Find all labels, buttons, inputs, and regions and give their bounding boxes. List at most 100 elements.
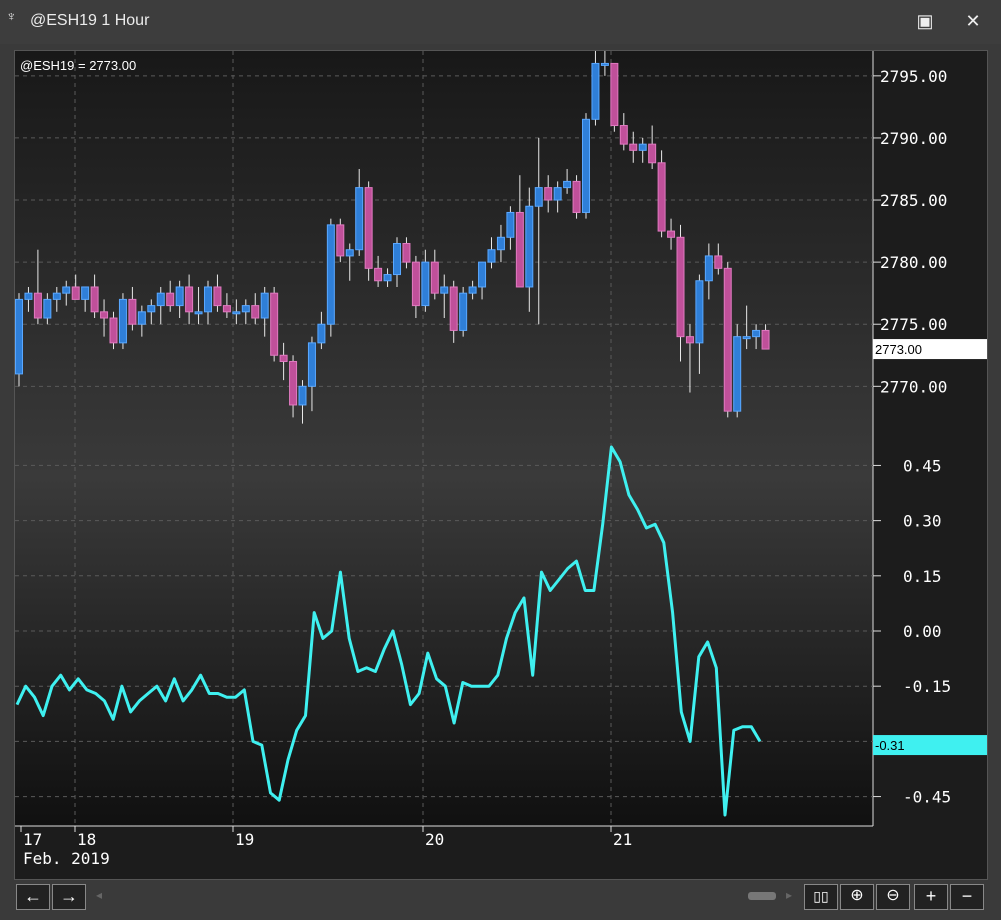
candle-body — [629, 143, 638, 151]
price-tick-label: 2775.00 — [880, 315, 947, 334]
candle-body — [71, 286, 80, 300]
candle-body — [695, 280, 704, 344]
candle-body — [657, 162, 666, 232]
candle-body — [326, 224, 335, 325]
candle-body — [81, 286, 90, 300]
candle-body — [430, 261, 439, 294]
candle-body — [619, 125, 628, 145]
candle-body — [100, 311, 109, 319]
candle-body — [270, 292, 279, 356]
date-axis-background — [15, 826, 987, 879]
candle-body — [761, 329, 770, 350]
plot-background — [15, 51, 873, 826]
candle-body — [33, 292, 42, 319]
oscillator-tick-label: 0.45 — [903, 456, 942, 475]
candle-body — [600, 62, 609, 66]
candle-body — [714, 255, 723, 269]
candle-body — [52, 292, 61, 300]
candle-body — [62, 286, 71, 294]
candle-body — [742, 336, 751, 340]
candle-body — [289, 360, 298, 406]
oscillator-tick-label: 0.30 — [903, 512, 942, 531]
candle-body — [213, 286, 222, 307]
candle-body — [496, 236, 505, 251]
candle-body — [411, 261, 420, 307]
candle-body — [582, 118, 590, 213]
candle-body — [515, 211, 524, 288]
candle-body — [251, 305, 260, 319]
zoom-in-icon[interactable]: ⊕ — [840, 884, 874, 910]
x-tick-label: 19 — [235, 830, 254, 849]
zoom-out-icon[interactable]: ⊖ — [876, 884, 910, 910]
candle-body — [166, 292, 175, 307]
candle-body — [393, 243, 401, 276]
candle-body — [43, 298, 52, 319]
minus-icon[interactable]: − — [950, 884, 984, 910]
scroll-thumb[interactable] — [748, 892, 776, 900]
maximize-icon[interactable]: ▣ — [914, 10, 936, 32]
arrow-left-icon[interactable]: ← — [16, 884, 50, 910]
candle-body — [752, 329, 761, 338]
candle-body — [156, 292, 165, 307]
symbol-price-label: @ESH19 = 2773.00 — [20, 58, 136, 73]
candle-body — [402, 243, 411, 263]
candle-body — [298, 385, 307, 406]
candle-body — [279, 354, 288, 362]
candle-body — [704, 255, 713, 282]
bar-spacing-icon[interactable]: ▯▯ — [804, 884, 838, 910]
candle-body — [345, 249, 354, 257]
candle-body — [307, 342, 316, 387]
candle-body — [723, 267, 732, 412]
candle-body — [241, 305, 250, 313]
candle-body — [525, 205, 534, 288]
candle-body — [478, 261, 487, 288]
candle-body — [24, 292, 33, 300]
candle-body — [118, 298, 127, 344]
chart-area[interactable]: 17 18 19 20 21 2795.00 2790.00 2785.00 2780.00 27… — [14, 50, 988, 880]
x-tick-label: 17 — [23, 830, 42, 849]
candle-body — [383, 274, 392, 282]
candle-body — [506, 211, 515, 238]
candle-body — [591, 62, 600, 120]
horizontal-scrollbar[interactable]: ◂ ▸ — [96, 886, 796, 906]
x-tick-label: 21 — [613, 830, 632, 849]
candle-body — [128, 298, 137, 325]
scroll-left-icon[interactable]: ◂ — [96, 888, 102, 902]
candle-body — [336, 224, 345, 257]
candle-body — [194, 311, 203, 315]
oscillator-tick-label: -0.15 — [903, 677, 951, 696]
plus-icon[interactable]: + — [914, 884, 948, 910]
candle-body — [147, 305, 156, 313]
last-value-label: -0.31 — [875, 738, 905, 753]
price-tick-label: 2790.00 — [880, 129, 947, 148]
candle-body — [676, 236, 685, 338]
candle-body — [648, 143, 657, 164]
candle-body — [90, 286, 99, 313]
price-tick-label: 2780.00 — [880, 253, 947, 272]
candle-body — [364, 187, 373, 269]
title-bar: ♆ @ESH19 1 Hour ▣ ✕ — [0, 0, 1001, 44]
date-month-label: Feb. 2019 — [23, 849, 110, 868]
candle-body — [534, 187, 543, 207]
window-title: @ESH19 1 Hour — [30, 12, 150, 29]
candle-body — [232, 311, 241, 315]
candle-body — [15, 298, 23, 375]
axis-background — [873, 51, 987, 826]
candle-body — [355, 187, 364, 251]
candle-body — [544, 187, 553, 201]
candle-body — [563, 180, 572, 189]
candle-body — [440, 286, 449, 294]
oscillator-tick-label: 0.00 — [903, 622, 942, 641]
candle-body — [638, 143, 647, 151]
candle-body — [487, 249, 496, 263]
oscillator-tick-label: -0.45 — [903, 788, 951, 807]
candle-body — [109, 317, 118, 344]
scroll-right-icon[interactable]: ▸ — [786, 888, 792, 902]
candle-body — [685, 336, 694, 344]
oscillator-tick-label: 0.15 — [903, 567, 942, 586]
candle-body — [572, 180, 581, 213]
candle-body — [204, 286, 212, 313]
arrow-right-icon[interactable]: → — [52, 884, 86, 910]
price-tick-label: 2770.00 — [880, 377, 947, 396]
close-icon[interactable]: ✕ — [962, 10, 984, 32]
